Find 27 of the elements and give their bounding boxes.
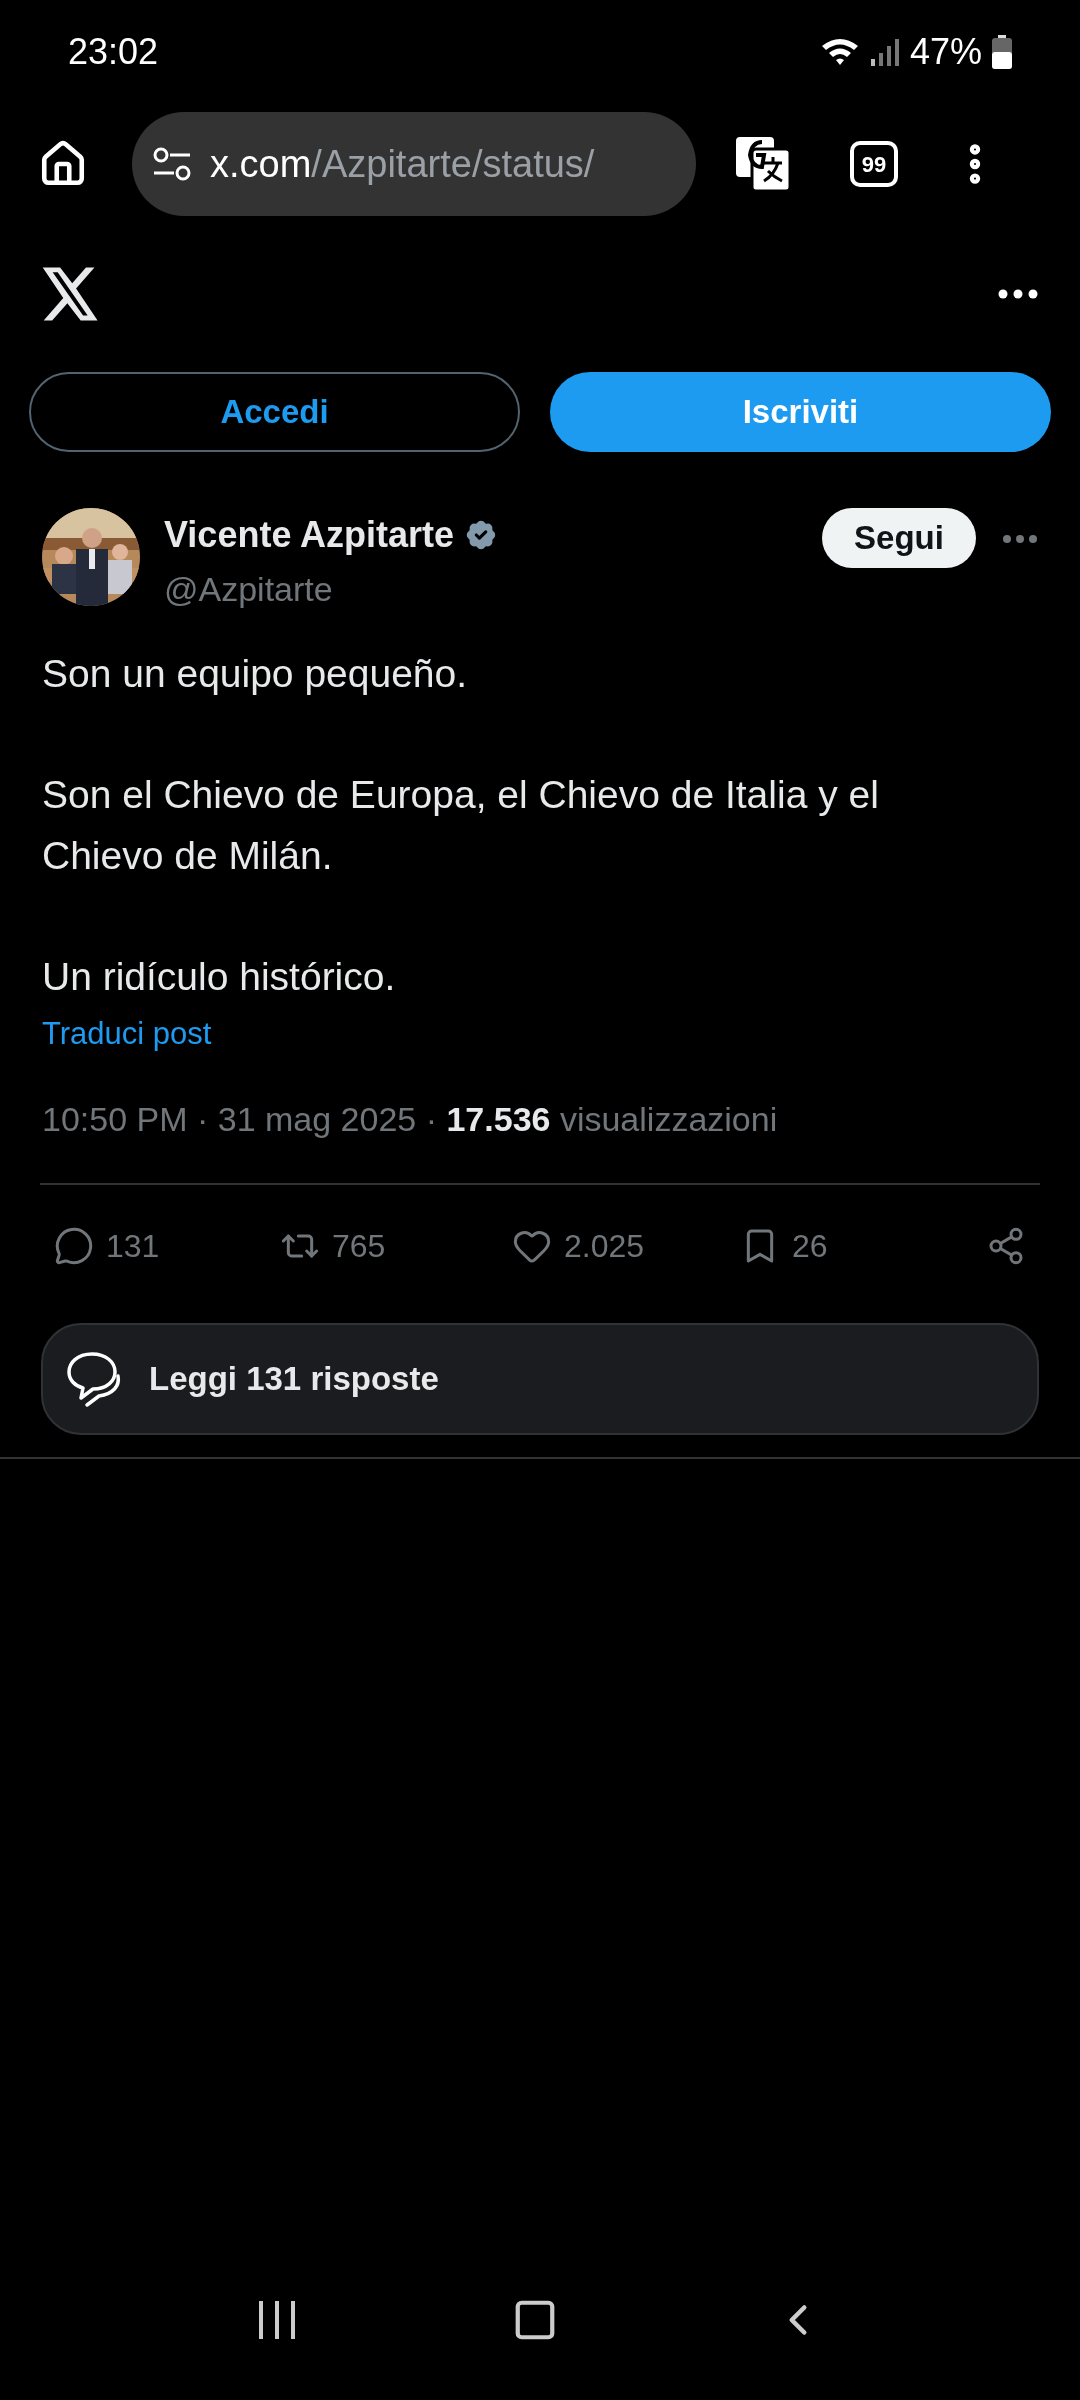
translate-icon[interactable] — [734, 135, 792, 193]
read-replies-button[interactable]: Leggi 131 risposte — [41, 1322, 1039, 1435]
action-count: 2.025 — [564, 1226, 645, 1266]
signal-icon — [869, 37, 900, 67]
action-count: 26 — [792, 1226, 828, 1266]
post-text: Son el Chievo de Europa, el Chievo de Italia y el Chievo de Milán. — [42, 772, 880, 879]
login-button[interactable]: Accedi — [29, 372, 520, 452]
follow-button[interactable]: Segui — [822, 508, 976, 568]
post-text: Un ridículo histórico. — [42, 954, 397, 1000]
author-handle[interactable]: @Azpitarte — [164, 564, 822, 615]
address-bar[interactable]: x.com/Azpitarte/status/ — [132, 112, 696, 216]
author-name[interactable]: Vicente Azpitarte — [164, 508, 455, 562]
post-timestamp: 10:50 PM · 31 mag 2025 · 17.536 visualizzazioni — [42, 1098, 778, 1140]
site-settings-icon[interactable] — [152, 147, 192, 181]
translate-link[interactable]: Traduci post — [42, 1011, 212, 1058]
comment-icon[interactable] — [54, 1225, 94, 1266]
more-icon[interactable] — [998, 289, 1038, 299]
action-count: 765 — [332, 1226, 386, 1266]
action-count: 131 — [106, 1226, 160, 1266]
url-text: x.com/Azpitarte/status/ — [210, 141, 595, 187]
recent-apps-icon[interactable] — [257, 2301, 298, 2339]
post-text: Son un equipo pequeño. — [42, 651, 469, 697]
tab-counter[interactable]: 99 — [850, 141, 898, 187]
x-logo-icon[interactable] — [42, 267, 100, 321]
battery-icon — [992, 35, 1012, 69]
clock: 23:02 — [68, 30, 159, 74]
battery-percent: 47% — [909, 30, 982, 74]
